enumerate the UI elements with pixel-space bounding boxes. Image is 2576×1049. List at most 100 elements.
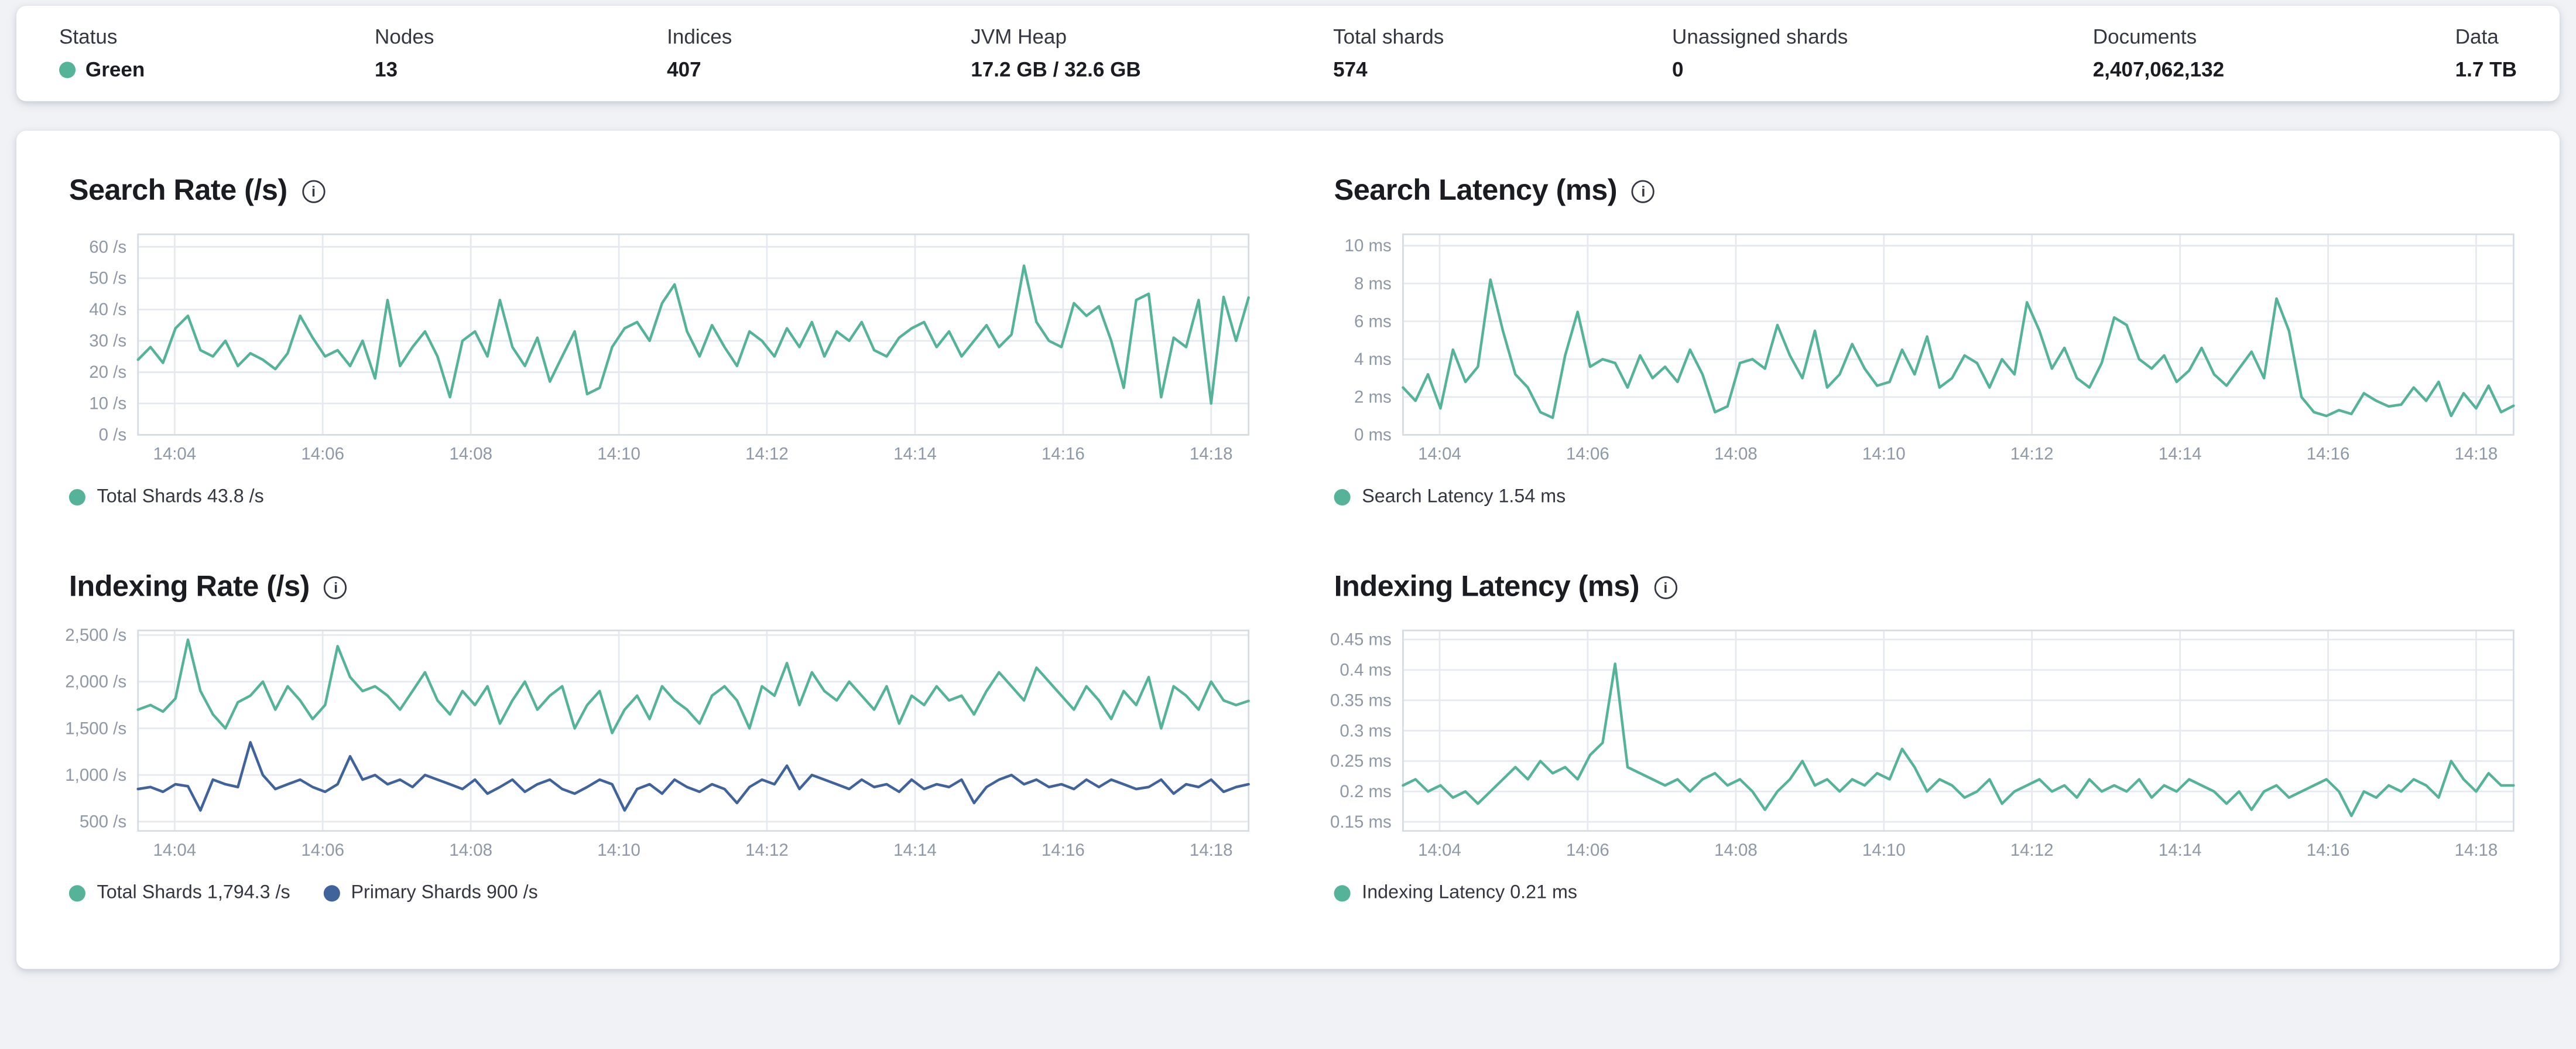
legend-item-total-shards[interactable]: Total Shards 1,794.3 /s [68,883,290,903]
indexing-latency-ms-chart: 0.15 ms 0.2 ms 0.25 ms 0.3 ms 0.35 ms 0.4 ms 0… [1330,629,2515,859]
x-axis-tick-label: 14:14 [893,444,937,463]
stat-indices: Indices 407 [667,24,971,81]
chart-header: Search Rate (/s) i [69,173,1255,208]
chart-header: Search Latency (ms) i [1334,173,2520,208]
legend-item-search-latency[interactable]: Search Latency 1.54 ms [1334,487,1566,507]
x-axis-tick-label: 14:10 [1862,444,1906,463]
chart-title: Indexing Rate (/s) [68,569,310,603]
x-axis-tick-label: 14:14 [2159,444,2202,463]
x-axis-tick-label: 14:08 [1714,444,1758,463]
status-dot-icon [59,61,76,78]
x-axis-tick-label: 14:06 [1566,840,1609,859]
y-axis-tick-label: 60 /s [89,237,126,257]
y-axis-tick-label: 50 /s [89,268,126,288]
x-axis-tick-label: 14:08 [449,840,492,859]
stat-value-row: 17.2 GB / 32.6 GB [971,58,1333,81]
stat-label: Nodes [375,25,434,49]
x-axis-tick-label: 14:04 [1418,444,1461,463]
legend-dot-icon [323,884,340,901]
x-axis-tick-label: 14:14 [893,840,937,859]
x-axis-tick-label: 14:18 [2455,840,2498,859]
stat-value: 1.7 TB [2455,58,2517,81]
stat-value: 13 [375,58,398,81]
monitoring-overview-page: Status Green Nodes 13 Indices 407 JVM Heap 17.2… [0,6,2576,1049]
stat-documents: Documents 2,407,062,132 [2093,24,2455,81]
x-axis-tick-label: 14:18 [1190,444,1233,463]
info-icon[interactable]: i [1654,576,1677,600]
stat-value-row: 13 [375,58,667,81]
chart-header: Indexing Rate (/s) i [69,569,1255,604]
y-axis-tick-label: 1,500 /s [65,719,126,738]
legend-item-total-shards[interactable]: Total Shards 43.8 /s [68,487,264,507]
stat-data: Data 1.7 TB [2455,24,2517,81]
legend-label: Total Shards 43.8 /s [97,487,264,507]
stat-unassigned-shards: Unassigned shards 0 [1672,24,2093,81]
y-axis-tick-label: 6 ms [1354,312,1392,331]
legend-dot-icon [68,488,85,505]
chart-legend: Total Shards 43.8 /s [68,487,1255,507]
x-axis-tick-label: 14:06 [1566,444,1609,463]
legend-dot-icon [68,884,85,901]
stat-value: 574 [1333,58,1368,81]
chart-legend: Search Latency 1.54 ms [1334,487,2520,507]
stat-total-shards: Total shards 574 [1333,24,1672,81]
x-axis-tick-label: 14:12 [2010,840,2054,859]
stat-value-row: 0 [1672,58,2093,81]
x-axis-tick-label: 14:10 [1862,840,1906,859]
stat-label: Data [2455,25,2499,49]
legend-item-indexing-latency[interactable]: Indexing Latency 0.21 ms [1334,883,1577,903]
y-axis-tick-label: 0.15 ms [1330,812,1392,832]
x-axis-tick-label: 14:18 [1190,840,1233,859]
stat-label: Unassigned shards [1672,25,1848,49]
total-shards-line-series [136,638,1250,734]
stats-bar: Status Green Nodes 13 Indices 407 JVM Heap 17.2… [16,6,2560,101]
y-axis-tick-label: 40 /s [89,300,126,319]
charts-grid: Search Rate (/s) i 0 /s 10 /s 20 /s 30 /s 40 /… [16,130,2560,969]
stat-status: Status Green [59,24,375,81]
x-axis-tick-label: 14:10 [597,840,640,859]
y-axis-tick-label: 500 /s [80,812,126,831]
x-axis-tick-label: 14:18 [2455,444,2498,463]
x-axis-tick-label: 14:06 [301,444,344,463]
legend-label: Total Shards 1,794.3 /s [97,883,290,903]
x-axis-tick-label: 14:06 [301,840,344,859]
stat-value: 407 [667,58,701,81]
legend-label: Search Latency 1.54 ms [1362,487,1566,507]
x-axis-tick-label: 14:04 [153,840,196,859]
stat-value-row: 1.7 TB [2455,58,2517,81]
legend-dot-icon [1334,884,1351,901]
y-axis-tick-label: 10 /s [89,394,126,413]
x-axis-tick-label: 14:12 [745,840,789,859]
y-axis-tick-label: 8 ms [1354,274,1392,293]
x-axis-tick-label: 14:10 [597,444,640,463]
x-axis-tick-label: 14:14 [2159,840,2202,859]
legend-item-primary-shards[interactable]: Primary Shards 900 /s [323,883,538,903]
stat-label: Status [59,25,118,49]
info-icon[interactable]: i [302,180,326,204]
chart-title: Search Latency (ms) [1334,173,1618,206]
chart-header: Indexing Latency (ms) i [1334,569,2520,604]
search-latency-ms-panel: Search Latency (ms) i 0 ms 2 ms 4 ms 6 ms 8 ms… [1321,170,2520,507]
info-icon[interactable]: i [1632,180,1655,204]
chart-legend: Total Shards 1,794.3 /s Primary Shards 90… [68,883,1255,903]
info-icon[interactable]: i [324,576,348,600]
indexing-latency-ms-panel: Indexing Latency (ms) i 0.15 ms 0.2 ms 0.25 … [1321,566,2520,903]
stat-value: 0 [1672,58,1684,81]
stat-label: Total shards [1333,25,1444,49]
x-axis-tick-label: 14:08 [1714,840,1758,859]
legend-dot-icon [1334,488,1351,505]
indexing-rate-s-chart: 500 /s 1,000 /s 1,500 /s 2,000 /s 2,500 /s 14… [65,626,1250,859]
y-axis-tick-label: 4 ms [1354,350,1392,369]
stat-value: 2,407,062,132 [2092,58,2225,81]
indexing-rate-s-panel: Indexing Rate (/s) i 500 /s 1,000 /s 1,500 /… [56,566,1255,903]
y-axis-tick-label: 10 ms [1345,236,1392,255]
x-axis-tick-label: 14:04 [1418,840,1461,859]
x-axis-tick-label: 14:16 [2307,840,2350,859]
stat-value-row: 407 [667,58,971,81]
stat-label: Indices [667,25,732,49]
legend-label: Indexing Latency 0.21 ms [1362,883,1578,903]
total-shards-line-series [136,264,1250,405]
stat-jvm-heap: JVM Heap 17.2 GB / 32.6 GB [971,24,1333,81]
y-axis-tick-label: 0.35 ms [1330,691,1392,710]
y-axis-tick-label: 30 /s [89,331,126,350]
